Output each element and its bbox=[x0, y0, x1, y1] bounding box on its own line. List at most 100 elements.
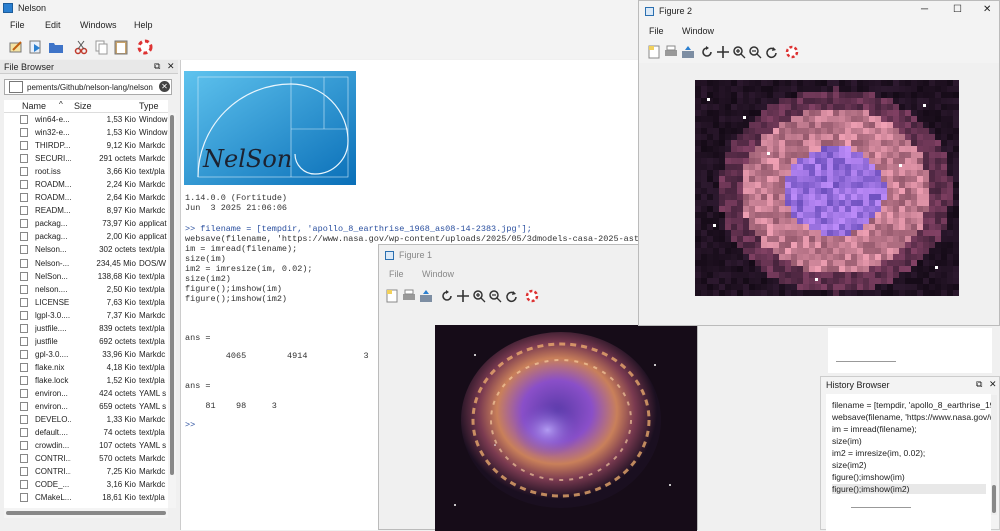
clear-path-icon[interactable]: ✕ bbox=[159, 81, 170, 92]
history-list[interactable]: filename = [tempdir, 'apollo_8_earthrise… bbox=[826, 394, 991, 531]
file-row[interactable]: READM... 8,97 Kio Markdc bbox=[4, 204, 168, 217]
history-scrollbar[interactable] bbox=[991, 395, 997, 515]
new-figure-icon[interactable] bbox=[385, 289, 399, 303]
file-size: 2,24 Kio bbox=[106, 180, 136, 190]
pan-icon[interactable] bbox=[456, 289, 470, 303]
history-item[interactable]: websave(filename, 'https://www.nasa.gov/… bbox=[832, 412, 991, 422]
file-row[interactable]: SECURI... 291 octets Markdc bbox=[4, 152, 168, 165]
rotate-icon[interactable] bbox=[440, 289, 454, 303]
close-button[interactable]: ✕ bbox=[983, 4, 991, 15]
minimize-button[interactable]: ─ bbox=[921, 4, 928, 15]
cut-icon[interactable] bbox=[73, 39, 89, 55]
history-item[interactable]: filename = [tempdir, 'apollo_8_earthrise… bbox=[832, 400, 991, 410]
file-row[interactable]: CMakeL... 18,61 Kio text/pla bbox=[4, 491, 168, 504]
print-icon[interactable] bbox=[402, 289, 416, 303]
refresh-icon[interactable] bbox=[504, 289, 518, 303]
path-field[interactable]: pements/Github/nelson-lang/nelson ✕ bbox=[4, 79, 172, 95]
print-icon[interactable] bbox=[664, 45, 678, 59]
zoom-in-icon[interactable] bbox=[732, 45, 746, 59]
history-close-icon[interactable]: ✕ bbox=[989, 379, 997, 390]
file-row[interactable]: ROADM... 2,24 Kio Markdc bbox=[4, 178, 168, 191]
export-icon[interactable] bbox=[419, 289, 433, 303]
file-row[interactable]: CONTRI... 570 octets Markdc bbox=[4, 452, 168, 465]
file-row[interactable]: lgpl-3.0.... 7,37 Kio Markdc bbox=[4, 309, 168, 322]
history-item[interactable]: im = imread(filename); bbox=[832, 424, 917, 434]
history-item[interactable]: size(im) bbox=[832, 436, 862, 446]
zoom-in-icon[interactable] bbox=[472, 289, 486, 303]
hscrollbar-thumb[interactable] bbox=[6, 511, 166, 515]
rotate-icon[interactable] bbox=[700, 45, 714, 59]
export-icon[interactable] bbox=[681, 45, 695, 59]
file-row[interactable]: LICENSE 7,63 Kio text/pla bbox=[4, 296, 168, 309]
file-row[interactable]: root.iss 3,66 Kio text/pla bbox=[4, 165, 168, 178]
file-row[interactable]: DEVELO... 1,33 Kio Markdc bbox=[4, 413, 168, 426]
menu-windows[interactable]: Windows bbox=[80, 20, 117, 30]
file-size: 107 octets bbox=[99, 441, 136, 451]
file-row[interactable]: THIRDP... 9,12 Kio Markdc bbox=[4, 139, 168, 152]
file-row[interactable]: packag... 2,00 Kio applicat bbox=[4, 230, 168, 243]
file-row[interactable]: NelSon... 138,68 Kio text/pla bbox=[4, 270, 168, 283]
file-row[interactable]: default.... 74 octets text/pla bbox=[4, 426, 168, 439]
help-lifebuoy-icon[interactable] bbox=[785, 45, 799, 59]
figure-1-menu-window[interactable]: Window bbox=[422, 269, 454, 279]
run-icon[interactable] bbox=[28, 39, 44, 55]
file-row[interactable]: flake.lock 1,52 Kio text/pla bbox=[4, 374, 168, 387]
file-row[interactable]: Nelson... 302 octets text/pla bbox=[4, 243, 168, 256]
figure-2-canvas[interactable] bbox=[639, 63, 999, 325]
file-row[interactable]: CODE_... 3,16 Kio Markdc bbox=[4, 478, 168, 491]
figure-2-menu-window[interactable]: Window bbox=[682, 26, 714, 36]
file-row[interactable]: flake.nix 4,18 Kio text/pla bbox=[4, 361, 168, 374]
history-item[interactable]: figure();imshow(im) bbox=[832, 472, 905, 482]
file-row[interactable]: Nelson-... 234,45 Mio DOS/W bbox=[4, 257, 168, 270]
file-row[interactable]: environ... 424 octets YAML s bbox=[4, 387, 168, 400]
copy-icon[interactable] bbox=[93, 39, 109, 55]
figure-1-menu-file[interactable]: File bbox=[389, 269, 404, 279]
zoom-out-icon[interactable] bbox=[488, 289, 502, 303]
menu-help[interactable]: Help bbox=[134, 20, 153, 30]
undock-icon[interactable]: ⧉ bbox=[154, 61, 160, 72]
ans-label-2: ans = bbox=[185, 381, 211, 391]
file-icon bbox=[20, 271, 28, 281]
file-row[interactable]: justfile.... 839 octets text/pla bbox=[4, 322, 168, 335]
file-list: win64-e... 1,53 Kio Window win32-e... 1,53 K… bbox=[4, 113, 168, 508]
menu-file[interactable]: File bbox=[10, 20, 25, 30]
history-scrollbar-thumb[interactable] bbox=[992, 485, 996, 513]
file-row[interactable]: nelson.... 2,50 Kio text/pla bbox=[4, 283, 168, 296]
new-figure-icon[interactable] bbox=[647, 45, 661, 59]
file-row[interactable]: ROADM... 2,64 Kio Markdc bbox=[4, 191, 168, 204]
scrollbar-thumb[interactable] bbox=[170, 115, 174, 475]
help-lifebuoy-icon[interactable] bbox=[525, 289, 539, 303]
menu-edit[interactable]: Edit bbox=[45, 20, 61, 30]
file-row[interactable]: win32-e... 1,53 Kio Window bbox=[4, 126, 168, 139]
history-item[interactable]: size(im2) bbox=[832, 460, 866, 470]
file-row[interactable]: justfile 692 octets text/pla bbox=[4, 335, 168, 348]
edit-icon[interactable] bbox=[8, 39, 24, 55]
command-line-4: size(im) bbox=[185, 254, 226, 264]
pan-icon[interactable] bbox=[716, 45, 730, 59]
file-row[interactable]: gpl-3.0.... 33,96 Kio Markdc bbox=[4, 348, 168, 361]
refresh-icon[interactable] bbox=[764, 45, 778, 59]
column-name[interactable]: Name bbox=[22, 101, 46, 111]
file-row[interactable]: win64-e... 1,53 Kio Window bbox=[4, 113, 168, 126]
history-item[interactable]: im2 = imresize(im, 0.02); bbox=[832, 448, 925, 458]
help-lifebuoy-icon[interactable] bbox=[137, 39, 153, 55]
history-undock-icon[interactable]: ⧉ bbox=[976, 379, 982, 390]
history-item-selected[interactable]: figure();imshow(im2) bbox=[832, 484, 986, 494]
figure-2-title-bar[interactable]: Figure 2 ─ ☐ ✕ bbox=[639, 1, 999, 21]
file-row[interactable]: packag... 73,97 Kio applicat bbox=[4, 217, 168, 230]
file-row[interactable]: CONTRI... 7,25 Kio Markdc bbox=[4, 465, 168, 478]
file-list-scrollbar[interactable] bbox=[168, 113, 176, 508]
open-folder-icon[interactable] bbox=[48, 39, 64, 55]
column-size[interactable]: Size bbox=[74, 101, 92, 111]
file-icon bbox=[20, 441, 28, 451]
figure-1-canvas[interactable] bbox=[379, 303, 697, 531]
file-row[interactable]: environ... 659 octets YAML s bbox=[4, 400, 168, 413]
maximize-button[interactable]: ☐ bbox=[953, 4, 962, 15]
column-type[interactable]: Type bbox=[139, 101, 159, 111]
close-icon[interactable]: ✕ bbox=[167, 61, 175, 72]
figure-2-menu-file[interactable]: File bbox=[649, 26, 664, 36]
zoom-out-icon[interactable] bbox=[748, 45, 762, 59]
paste-icon[interactable] bbox=[113, 39, 129, 55]
file-row[interactable]: crowdin... 107 octets YAML s bbox=[4, 439, 168, 452]
file-list-hscrollbar[interactable] bbox=[4, 508, 168, 518]
